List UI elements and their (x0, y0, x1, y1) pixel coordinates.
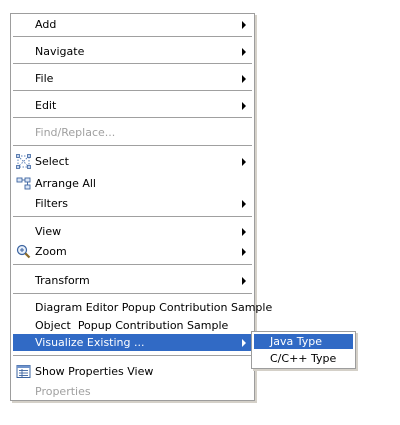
submenu-arrow-icon (242, 158, 246, 166)
menu-item-label: Transform (35, 274, 90, 287)
menu-item-arrange-all[interactable]: Arrange All (13, 175, 252, 192)
menu-separator (13, 293, 252, 294)
menu-item-label: Add (35, 18, 57, 31)
menu-separator (13, 145, 252, 146)
menu-item-edit[interactable]: Edit (13, 97, 252, 114)
menu-item-transform[interactable]: Transform (13, 272, 252, 289)
submenu-arrow-icon (242, 277, 246, 285)
menu-separator (13, 36, 252, 37)
submenu-arrow-icon (242, 102, 246, 110)
menu-item-file[interactable]: File (13, 70, 252, 87)
menu-item-label: Visualize Existing ... (35, 336, 145, 349)
menu-item-label: Properties (35, 385, 91, 398)
menu-item-view[interactable]: View (13, 223, 252, 240)
submenu-item-label: C/C++ Type (270, 352, 337, 365)
menu-item-properties: Properties (13, 383, 252, 400)
menu-separator (13, 216, 252, 217)
select-icon (16, 154, 31, 169)
menu-item-label: Find/Replace... (35, 126, 116, 139)
menu-item-show-properties-view[interactable]: Show Properties View (13, 363, 252, 380)
menu-item-object-popup[interactable]: Object Popup Contribution Sample (13, 317, 252, 334)
menu-separator (13, 117, 252, 118)
menu-item-label: File (35, 72, 54, 85)
submenu-arrow-icon (242, 75, 246, 83)
menu-item-select[interactable]: Select (13, 153, 252, 170)
submenu-arrow-icon (242, 48, 246, 56)
menu-item-navigate[interactable]: Navigate (13, 43, 252, 60)
menu-item-zoom[interactable]: Zoom (13, 243, 252, 260)
visualize-existing-submenu: Java Type C/C++ Type (251, 331, 356, 369)
menu-separator (13, 63, 252, 64)
menu-item-label: Show Properties View (35, 365, 154, 378)
zoom-icon (16, 244, 31, 259)
menu-item-label: Diagram Editor Popup Contribution Sample (35, 301, 273, 314)
menu-item-label: Navigate (35, 45, 85, 58)
menu-item-label: Filters (35, 197, 68, 210)
menu-separator (13, 264, 252, 265)
submenu-item-c-cpp-type[interactable]: C/C++ Type (254, 351, 353, 366)
menu-item-label: Edit (35, 99, 57, 112)
submenu-arrow-icon (242, 200, 246, 208)
menu-item-label: Zoom (35, 245, 67, 258)
menu-item-filters[interactable]: Filters (13, 195, 252, 212)
properties-view-icon (16, 365, 31, 378)
menu-item-label: View (35, 225, 62, 238)
menu-separator (13, 90, 252, 91)
menu-item-visualize-existing[interactable]: Visualize Existing ... (13, 334, 252, 351)
submenu-item-label: Java Type (270, 335, 322, 348)
menu-item-diagram-editor-popup[interactable]: Diagram Editor Popup Contribution Sample (13, 299, 272, 316)
submenu-item-java-type[interactable]: Java Type (254, 334, 353, 349)
arrange-all-icon (16, 177, 31, 190)
submenu-arrow-icon (242, 228, 246, 236)
menu-item-label: Arrange All (35, 177, 96, 190)
menu-item-label: Select (35, 155, 69, 168)
menu-item-label: Object Popup Contribution Sample (35, 319, 229, 332)
submenu-arrow-icon (242, 248, 246, 256)
context-menu: Add Navigate File Edit Find/Replace... S… (10, 13, 272, 401)
menu-item-find-replace: Find/Replace... (13, 124, 252, 141)
menu-separator (13, 355, 252, 356)
menu-item-add[interactable]: Add (13, 16, 252, 33)
submenu-arrow-icon (242, 339, 246, 347)
submenu-arrow-icon (242, 21, 246, 29)
